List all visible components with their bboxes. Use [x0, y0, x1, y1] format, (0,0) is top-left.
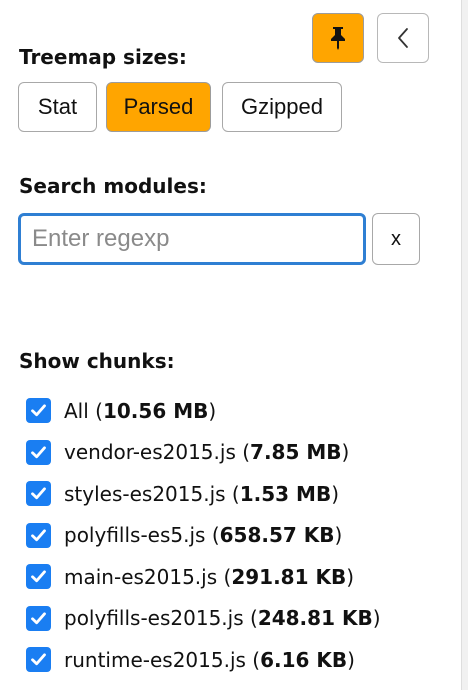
- chunk-name: All: [64, 398, 89, 423]
- resize-handle[interactable]: [461, 0, 468, 690]
- chunk-size: 6.16 KB: [260, 647, 348, 672]
- chunk-checkbox[interactable]: [26, 522, 51, 548]
- chunk-name: styles-es2015.js: [64, 481, 226, 506]
- checkmark-icon: [31, 404, 46, 417]
- chunk-checkbox[interactable]: [26, 481, 51, 507]
- checkmark-icon: [31, 570, 46, 583]
- chunk-label: vendor-es2015.js (7.85 MB): [64, 440, 350, 465]
- checkmark-icon: [31, 446, 46, 458]
- chunk-label: styles-es2015.js (1.53 MB): [64, 481, 340, 506]
- size-option-gzipped[interactable]: Gzipped: [222, 82, 342, 132]
- chunk-item-styles[interactable]: styles-es2015.js (1.53 MB): [26, 473, 381, 515]
- checkmark-icon: [31, 612, 46, 624]
- chunk-label: main-es2015.js (291.81 KB): [64, 564, 355, 589]
- chunk-checkbox[interactable]: [26, 564, 51, 590]
- search-input[interactable]: [18, 213, 366, 265]
- chunk-name: main-es2015.js: [64, 564, 218, 589]
- chunk-name: polyfills-es5.js: [64, 523, 206, 548]
- chunk-item-all[interactable]: All (10.56 MB): [26, 390, 381, 432]
- size-option-parsed[interactable]: Parsed: [106, 82, 211, 132]
- chunk-label: polyfills-es5.js (658.57 KB): [64, 523, 343, 548]
- chunk-checkbox[interactable]: [26, 398, 51, 424]
- chunk-size: 1.53 MB: [239, 481, 332, 506]
- chunk-size: 291.81 KB: [231, 564, 347, 589]
- chunk-size: 658.57 KB: [219, 523, 335, 548]
- chunk-size: 10.56 MB: [102, 398, 209, 423]
- treemap-sizes-title: Treemap sizes:: [19, 45, 187, 69]
- show-chunks-title: Show chunks:: [19, 349, 175, 373]
- chunk-size: 7.85 MB: [250, 440, 342, 465]
- chunk-item-main[interactable]: main-es2015.js (291.81 KB): [26, 556, 381, 598]
- checkmark-icon: [31, 487, 46, 500]
- clear-search-button[interactable]: x: [372, 213, 420, 265]
- chevron-left-icon: [396, 27, 410, 49]
- pin-button[interactable]: [312, 13, 364, 63]
- chunk-name: polyfills-es2015.js: [64, 606, 244, 631]
- chunk-checkbox[interactable]: [26, 439, 51, 465]
- chunk-item-runtime[interactable]: runtime-es2015.js (6.16 KB): [26, 639, 381, 681]
- checkmark-icon: [31, 653, 46, 666]
- chunk-name: runtime-es2015.js: [64, 647, 246, 672]
- chunk-list: All (10.56 MB) vendor-es2015.js (7.85 MB…: [26, 390, 381, 681]
- chunk-item-vendor[interactable]: vendor-es2015.js (7.85 MB): [26, 432, 381, 474]
- search-modules-title: Search modules:: [19, 174, 207, 198]
- chunk-label: runtime-es2015.js (6.16 KB): [64, 647, 355, 672]
- chunk-label: All (10.56 MB): [64, 398, 217, 423]
- pin-icon: [327, 25, 349, 51]
- collapse-sidebar-button[interactable]: [377, 13, 429, 63]
- chunk-item-polyfills-es2015[interactable]: polyfills-es2015.js (248.81 KB): [26, 598, 381, 640]
- chunk-name: vendor-es2015.js: [64, 440, 236, 465]
- checkmark-icon: [31, 529, 46, 541]
- chunk-size: 248.81 KB: [257, 606, 373, 631]
- sidebar-panel: Treemap sizes: Stat Parsed Gzipped Searc…: [0, 0, 468, 690]
- chunk-item-polyfills-es5[interactable]: polyfills-es5.js (658.57 KB): [26, 515, 381, 557]
- size-option-stat[interactable]: Stat: [18, 82, 97, 132]
- chunk-checkbox[interactable]: [26, 647, 51, 673]
- chunk-label: polyfills-es2015.js (248.81 KB): [64, 606, 381, 631]
- chunk-checkbox[interactable]: [26, 605, 51, 631]
